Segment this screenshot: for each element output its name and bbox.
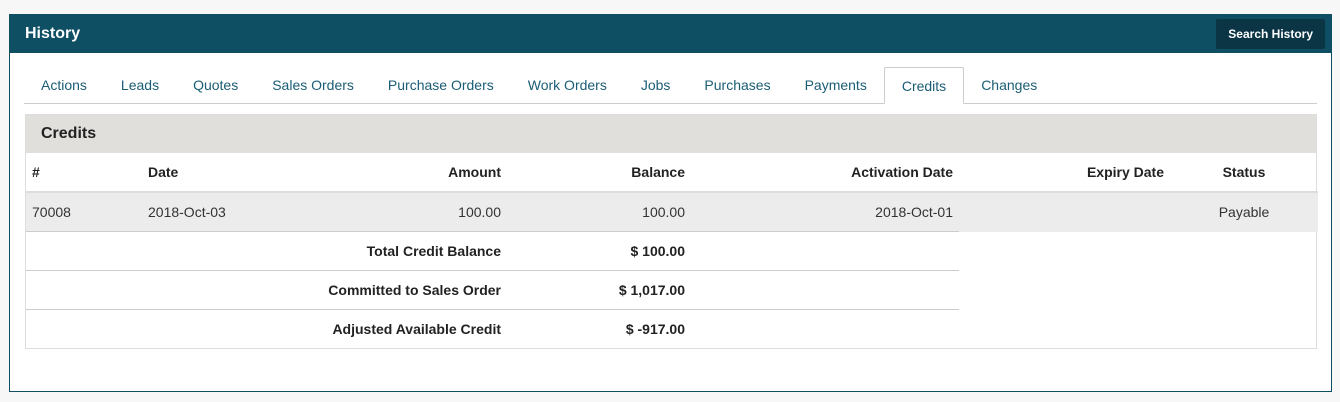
credits-table: # Date Amount Balance Activation Date Ex… — [26, 153, 1318, 348]
summary-row-committed-to-sales-order: Committed to Sales Order $ 1,017.00 — [26, 270, 1318, 310]
tab-work-orders[interactable]: Work Orders — [511, 67, 624, 103]
summary-row-adjusted-available-credit: Adjusted Available Credit $ -917.00 — [26, 309, 1318, 348]
cell-amount: 100.00 — [282, 192, 507, 232]
summary-value: $ 100.00 — [507, 231, 691, 271]
cell-status: Payable — [1170, 192, 1318, 232]
cell-date: 2018-Oct-03 — [142, 192, 282, 232]
col-expiry-date: Expiry Date — [1086, 164, 1164, 180]
panel-header: History Search History — [10, 15, 1331, 53]
col-date: Date — [148, 164, 179, 180]
search-history-button[interactable]: Search History — [1216, 19, 1325, 49]
cell-balance: 100.00 — [507, 192, 691, 232]
credits-title: Credits — [26, 115, 1316, 153]
tab-purchases[interactable]: Purchases — [687, 67, 787, 103]
tab-credits[interactable]: Credits — [883, 67, 965, 104]
tab-purchase-orders[interactable]: Purchase Orders — [371, 67, 511, 103]
cell-number: 70008 — [26, 192, 142, 232]
tab-leads[interactable]: Leads — [104, 67, 176, 103]
summary-value: $ 1,017.00 — [507, 270, 691, 310]
table-header-row: # Date Amount Balance Activation Date Ex… — [26, 153, 1318, 192]
col-status: Status — [1222, 164, 1266, 180]
history-tabs: Actions Leads Quotes Sales Orders Purcha… — [24, 67, 1317, 104]
summary-value: $ -917.00 — [507, 309, 691, 348]
cell-activation-date: 2018-Oct-01 — [691, 192, 959, 232]
tab-actions[interactable]: Actions — [24, 67, 104, 103]
tab-jobs[interactable]: Jobs — [624, 67, 688, 103]
summary-row-total-credit-balance: Total Credit Balance $ 100.00 — [26, 231, 1318, 271]
panel-title: History — [25, 25, 81, 42]
col-balance: Balance — [631, 164, 685, 180]
summary-label: Committed to Sales Order — [26, 270, 507, 310]
col-number: # — [32, 164, 40, 180]
tab-quotes[interactable]: Quotes — [176, 67, 255, 103]
table-row[interactable]: 70008 2018-Oct-03 100.00 100.00 2018-Oct… — [26, 192, 1318, 232]
summary-label: Adjusted Available Credit — [26, 309, 507, 348]
tab-payments[interactable]: Payments — [788, 67, 884, 103]
col-amount: Amount — [448, 164, 501, 180]
summary-label: Total Credit Balance — [26, 231, 507, 271]
tab-changes[interactable]: Changes — [964, 67, 1054, 103]
tab-sales-orders[interactable]: Sales Orders — [255, 67, 371, 103]
cell-expiry-date — [959, 192, 1170, 232]
col-activation-date: Activation Date — [851, 164, 953, 180]
credits-section: Credits # Date Amount Balance Activation… — [25, 114, 1318, 349]
